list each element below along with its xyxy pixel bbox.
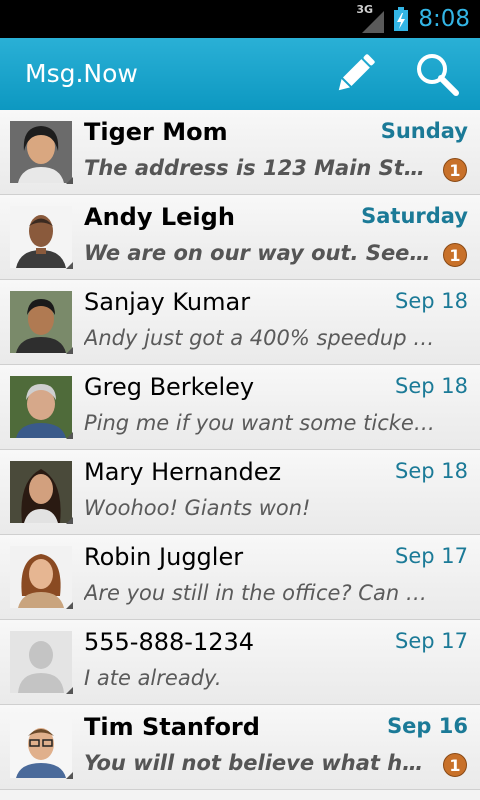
status-bar: 3G 8:08 <box>0 0 480 38</box>
search-button[interactable] <box>412 49 462 99</box>
conversation-row[interactable]: 555-888-1234 Sep 17 I ate already. <box>0 620 480 705</box>
unread-badge: 1 <box>443 753 467 777</box>
message-preview: Are you still in the office? Can you… <box>84 581 439 605</box>
action-bar: Msg.Now <box>0 38 480 110</box>
conversation-row[interactable]: Robin Juggler Sep 17 Are you still in th… <box>0 535 480 620</box>
message-date: Sep 16 <box>387 714 468 738</box>
message-preview: I ate already. <box>84 666 222 690</box>
message-preview: Woohoo! Giants won! <box>84 496 311 520</box>
clock: 8:08 <box>418 6 470 32</box>
contact-name: Tiger Mom <box>84 118 228 146</box>
conversation-row[interactable]: Greg Berkeley Sep 18 Ping me if you want… <box>0 365 480 450</box>
avatar[interactable] <box>10 121 72 183</box>
battery-icon <box>394 7 409 31</box>
app-title: Msg.Now <box>25 59 138 88</box>
avatar[interactable] <box>10 291 72 353</box>
message-date: Sep 17 <box>395 544 468 568</box>
corner-marker <box>66 517 73 524</box>
conversation-row[interactable]: Andy Leigh Saturday We are on our way ou… <box>0 195 480 280</box>
contact-name: Andy Leigh <box>84 203 235 231</box>
compose-button[interactable] <box>330 49 380 99</box>
message-preview: Ping me if you want some tickets … <box>84 411 439 435</box>
avatar-placeholder[interactable] <box>10 631 72 693</box>
unread-badge: 1 <box>443 158 467 182</box>
contact-name: 555-888-1234 <box>84 628 255 656</box>
corner-marker <box>66 177 73 184</box>
avatar[interactable] <box>10 461 72 523</box>
corner-marker <box>66 772 73 779</box>
contact-name: Greg Berkeley <box>84 373 255 401</box>
contact-name: Robin Juggler <box>84 543 244 571</box>
message-date: Saturday <box>361 204 468 228</box>
conversation-row[interactable]: Tiger Mom Sunday The address is 123 Main… <box>0 110 480 195</box>
conversation-row[interactable]: Sanjay Kumar Sep 18 Andy just got a 400%… <box>0 280 480 365</box>
message-preview: You will not believe what happ… <box>84 751 432 775</box>
contact-name: Sanjay Kumar <box>84 288 251 316</box>
conversation-row[interactable]: Tim Stanford Sep 16 You will not believe… <box>0 705 480 790</box>
message-preview: The address is 123 Main Street… <box>84 156 432 180</box>
contact-name: Tim Stanford <box>84 713 260 741</box>
corner-marker <box>66 687 73 694</box>
avatar[interactable] <box>10 376 72 438</box>
avatar[interactable] <box>10 546 72 608</box>
search-icon <box>417 54 459 96</box>
pencil-icon <box>338 54 375 91</box>
conversation-list: Tiger Mom Sunday The address is 123 Main… <box>0 110 480 790</box>
avatar[interactable] <box>10 206 72 268</box>
contact-name: Mary Hernandez <box>84 458 282 486</box>
message-date: Sep 18 <box>395 459 468 483</box>
message-preview: Andy just got a 400% speedup by… <box>84 326 439 350</box>
corner-marker <box>66 602 73 609</box>
message-preview: We are on our way out. See yo… <box>84 241 432 265</box>
corner-marker <box>66 347 73 354</box>
message-date: Sep 18 <box>395 374 468 398</box>
message-date: Sunday <box>380 119 468 143</box>
avatar[interactable] <box>10 716 72 778</box>
message-date: Sep 17 <box>395 629 468 653</box>
message-date: Sep 18 <box>395 289 468 313</box>
conversation-row[interactable]: Mary Hernandez Sep 18 Woohoo! Giants won… <box>0 450 480 535</box>
corner-marker <box>66 262 73 269</box>
unread-badge: 1 <box>443 243 467 267</box>
corner-marker <box>66 432 73 439</box>
signal-icon: 3G <box>356 3 385 33</box>
